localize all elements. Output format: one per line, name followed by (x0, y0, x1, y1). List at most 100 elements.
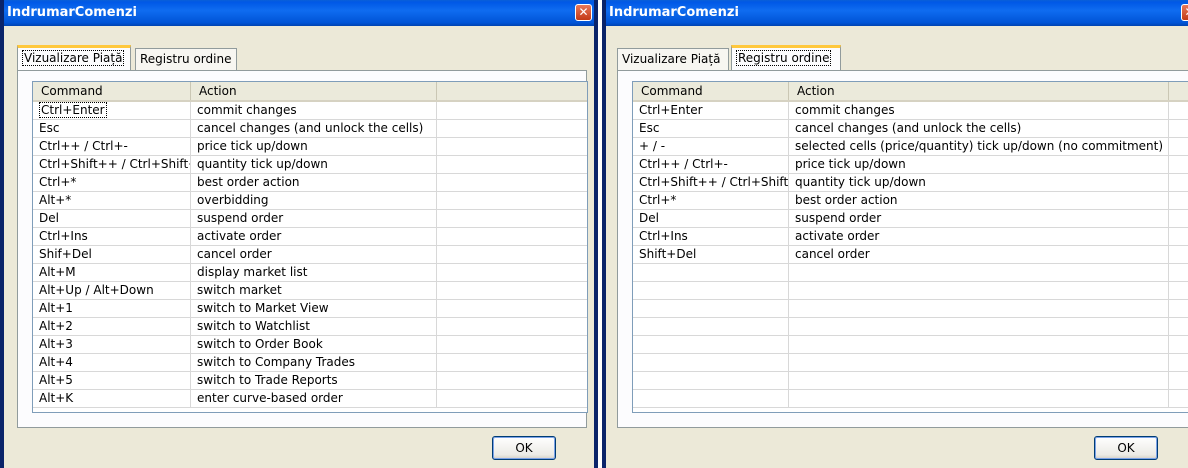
action-cell[interactable]: display market list (191, 264, 437, 281)
table-row[interactable]: Shif+Del cancel order (33, 246, 587, 264)
action-cell[interactable]: best order action (789, 192, 1169, 209)
table-row[interactable]: Alt+* overbidding (33, 192, 587, 210)
command-cell[interactable]: Ctrl+Ins (633, 228, 789, 245)
command-cell[interactable]: Esc (33, 120, 191, 137)
command-cell[interactable]: Alt+2 (33, 318, 191, 335)
action-cell[interactable] (789, 354, 1169, 371)
left-close-button[interactable]: ✕ (575, 4, 592, 21)
table-row[interactable]: Alt+5 switch to Trade Reports (33, 372, 587, 390)
command-cell[interactable]: Ctrl+Ins (33, 228, 191, 245)
command-cell[interactable]: Shif+Del (33, 246, 191, 263)
command-cell[interactable]: Alt+3 (33, 336, 191, 353)
action-cell[interactable] (789, 390, 1169, 407)
left-tab-registru-ordine[interactable]: Registru ordine (135, 48, 237, 70)
table-row[interactable]: Del suspend order (633, 210, 1188, 228)
table-row[interactable]: Alt+1 switch to Market View (33, 300, 587, 318)
right-col-command[interactable]: Command (633, 82, 789, 100)
command-cell[interactable]: Alt+5 (33, 372, 191, 389)
table-row[interactable]: Shift+Del cancel order (633, 246, 1188, 264)
right-tab-vizualizare-piata[interactable]: Vizualizare Piață (617, 48, 729, 70)
command-cell[interactable]: Ctrl+* (633, 192, 789, 209)
command-cell[interactable]: Alt+K (33, 390, 191, 407)
table-row[interactable]: Alt+K enter curve-based order (33, 390, 587, 408)
table-row[interactable]: Ctrl+Enter commit changes (33, 102, 587, 120)
left-col-action[interactable]: Action (191, 82, 437, 100)
action-cell[interactable]: overbidding (191, 192, 437, 209)
table-row[interactable]: Del suspend order (33, 210, 587, 228)
action-cell[interactable]: switch to Trade Reports (191, 372, 437, 389)
right-col-action[interactable]: Action (789, 82, 1169, 100)
action-cell[interactable] (789, 336, 1169, 353)
table-row[interactable]: + / - selected cells (price/quantity) tic… (633, 138, 1188, 156)
action-cell[interactable]: switch to Watchlist (191, 318, 437, 335)
command-cell[interactable] (633, 354, 789, 371)
action-cell[interactable]: cancel changes (and unlock the cells) (789, 120, 1169, 137)
command-cell[interactable]: Ctrl+* (33, 174, 191, 191)
action-cell[interactable]: commit changes (191, 102, 437, 119)
table-row[interactable]: Ctrl+* best order action (633, 192, 1188, 210)
table-row[interactable]: Ctrl+Shift++ / Ctrl+Shift+- quantity tick… (33, 156, 587, 174)
right-title-bar[interactable]: IndrumarComenzi ✕ (606, 0, 1188, 26)
table-row[interactable]: Ctrl+Enter commit changes (633, 102, 1188, 120)
action-cell[interactable]: cancel changes (and unlock the cells) (191, 120, 437, 137)
command-cell[interactable] (633, 300, 789, 317)
action-cell[interactable]: switch market (191, 282, 437, 299)
command-cell[interactable]: Ctrl+Enter (33, 102, 191, 119)
table-row[interactable]: Alt+M display market list (33, 264, 587, 282)
table-row[interactable]: Ctrl+* best order action (33, 174, 587, 192)
left-title-bar[interactable]: IndrumarComenzi ✕ (4, 0, 594, 26)
command-cell[interactable] (633, 264, 789, 281)
action-cell[interactable]: quantity tick up/down (191, 156, 437, 173)
table-row[interactable]: Ctrl+Ins activate order (33, 228, 587, 246)
table-row[interactable]: Alt+3 switch to Order Book (33, 336, 587, 354)
left-ok-button[interactable]: OK (492, 436, 556, 460)
table-row[interactable]: Ctrl+Ins activate order (633, 228, 1188, 246)
table-row[interactable]: Ctrl+Shift++ / Ctrl+Shift+- quantity tick… (633, 174, 1188, 192)
action-cell[interactable]: commit changes (789, 102, 1169, 119)
command-cell[interactable]: Alt+Up / Alt+Down (33, 282, 191, 299)
command-cell[interactable] (633, 372, 789, 389)
table-row[interactable]: Esc cancel changes (and unlock the cells) (633, 120, 1188, 138)
action-cell[interactable] (789, 264, 1169, 281)
left-tab-vizualizare-piata[interactable]: Vizualizare Piață (17, 45, 131, 70)
action-cell[interactable]: best order action (191, 174, 437, 191)
action-cell[interactable]: price tick up/down (789, 156, 1169, 173)
left-col-command[interactable]: Command (33, 82, 191, 100)
action-cell[interactable] (789, 372, 1169, 389)
right-shortcut-grid[interactable]: Command Action Ctrl+Enter commit changes E… (632, 81, 1188, 413)
command-cell[interactable]: Ctrl+Enter (633, 102, 789, 119)
action-cell[interactable]: price tick up/down (191, 138, 437, 155)
command-cell[interactable] (633, 390, 789, 407)
table-row[interactable]: Alt+4 switch to Company Trades (33, 354, 587, 372)
action-cell[interactable]: quantity tick up/down (789, 174, 1169, 191)
table-row[interactable]: Alt+2 switch to Watchlist (33, 318, 587, 336)
right-close-button[interactable]: ✕ (1181, 4, 1188, 21)
action-cell[interactable]: suspend order (789, 210, 1169, 227)
command-cell[interactable] (633, 282, 789, 299)
command-cell[interactable]: + / - (633, 138, 789, 155)
command-cell[interactable]: Alt+1 (33, 300, 191, 317)
action-cell[interactable]: switch to Market View (191, 300, 437, 317)
left-shortcut-grid[interactable]: Command Action Ctrl+Enter commit changes E… (32, 81, 588, 413)
table-row[interactable]: Ctrl++ / Ctrl+- price tick up/down (33, 138, 587, 156)
action-cell[interactable] (789, 300, 1169, 317)
command-cell[interactable]: Ctrl++ / Ctrl+- (633, 156, 789, 173)
table-row[interactable]: Alt+Up / Alt+Down switch market (33, 282, 587, 300)
command-cell[interactable]: Del (633, 210, 789, 227)
command-cell[interactable]: Alt+M (33, 264, 191, 281)
command-cell[interactable]: Ctrl+Shift++ / Ctrl+Shift+- (633, 174, 789, 191)
command-cell[interactable]: Ctrl+Shift++ / Ctrl+Shift+- (33, 156, 191, 173)
action-cell[interactable]: switch to Order Book (191, 336, 437, 353)
command-cell[interactable] (633, 318, 789, 335)
action-cell[interactable] (789, 282, 1169, 299)
command-cell[interactable]: Alt+4 (33, 354, 191, 371)
command-cell[interactable] (633, 336, 789, 353)
command-cell[interactable]: Shift+Del (633, 246, 789, 263)
command-cell[interactable]: Del (33, 210, 191, 227)
action-cell[interactable]: cancel order (789, 246, 1169, 263)
right-ok-button[interactable]: OK (1094, 436, 1158, 460)
action-cell[interactable]: selected cells (price/quantity) tick up/… (789, 138, 1169, 155)
command-cell[interactable]: Esc (633, 120, 789, 137)
action-cell[interactable] (789, 318, 1169, 335)
action-cell[interactable]: activate order (191, 228, 437, 245)
